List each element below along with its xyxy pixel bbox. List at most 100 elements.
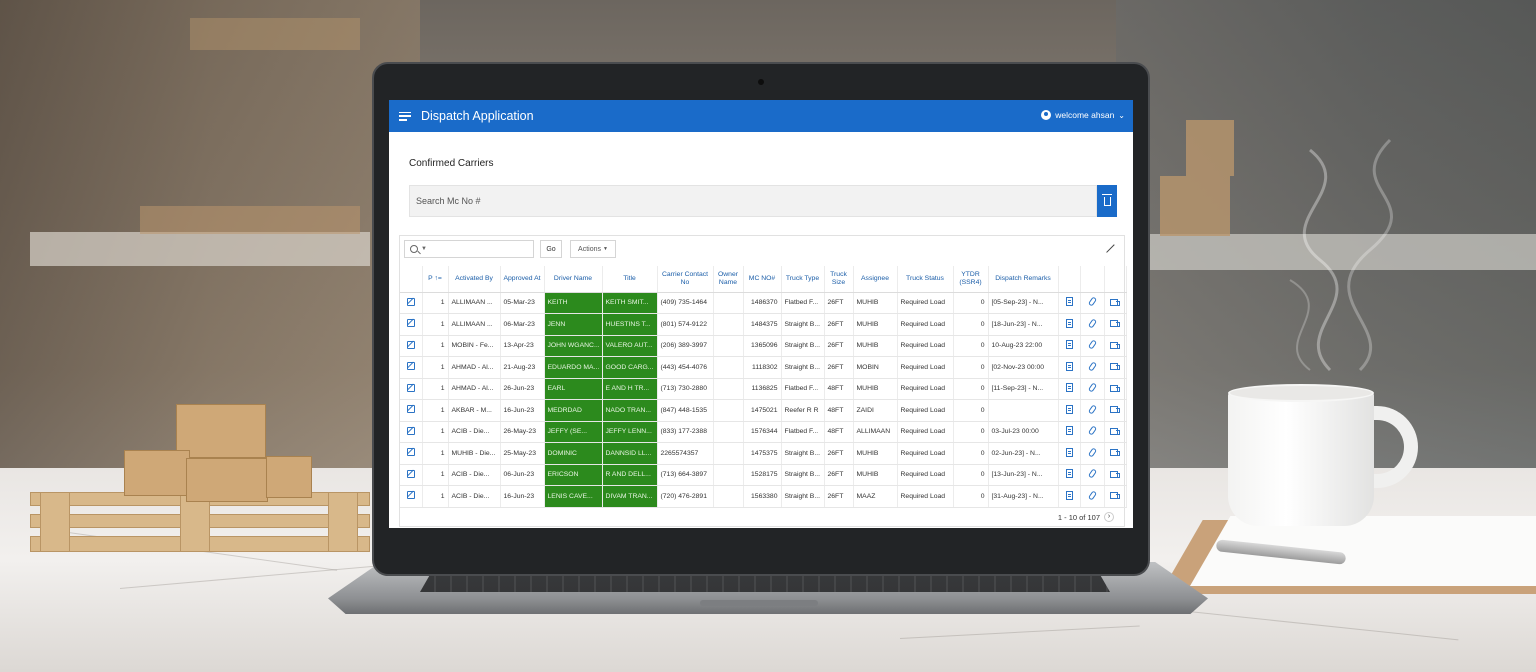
document-cell[interactable] — [1058, 399, 1081, 422]
edit-cell[interactable] — [400, 442, 423, 465]
user-menu[interactable]: welcome ahsan ⌄ — [1041, 110, 1125, 120]
document-icon[interactable] — [1065, 318, 1073, 328]
document-icon[interactable] — [1065, 447, 1073, 457]
edit-cell[interactable] — [400, 313, 423, 336]
edit-icon[interactable] — [406, 362, 415, 371]
column-header[interactable]: YTDR (SSR4) — [953, 266, 989, 293]
paperclip-cell[interactable] — [1080, 421, 1105, 443]
mc-search-input[interactable]: Search Mc No # — [409, 185, 1097, 217]
truck-icon[interactable] — [1110, 406, 1120, 414]
edit-icon[interactable] — [406, 491, 415, 500]
paperclip-cell[interactable] — [1080, 313, 1105, 336]
truck-cell[interactable] — [1104, 335, 1127, 357]
column-header[interactable]: Truck Type — [781, 266, 825, 293]
truck-cell[interactable] — [1104, 313, 1127, 336]
truck-cell[interactable] — [1104, 356, 1127, 379]
paperclip-cell[interactable] — [1080, 378, 1105, 400]
document-cell[interactable] — [1058, 356, 1081, 379]
truck-icon[interactable] — [1110, 449, 1120, 457]
paperclip-cell[interactable] — [1080, 292, 1105, 314]
truck-icon[interactable] — [1110, 298, 1120, 306]
actions-menu-button[interactable]: Actions ▼ — [570, 240, 616, 258]
truck-icon[interactable] — [1110, 492, 1120, 500]
truck-cell[interactable] — [1104, 485, 1127, 508]
paperclip-icon[interactable] — [1087, 296, 1097, 307]
document-icon[interactable] — [1065, 361, 1073, 371]
paperclip-icon[interactable] — [1087, 468, 1097, 479]
truck-icon[interactable] — [1110, 320, 1120, 328]
edit-icon[interactable] — [406, 319, 415, 328]
column-header[interactable]: Carrier Contact No — [657, 266, 714, 293]
document-icon[interactable] — [1065, 404, 1073, 414]
truck-icon[interactable] — [1110, 341, 1120, 349]
truck-icon[interactable] — [1110, 384, 1120, 392]
document-cell[interactable] — [1058, 421, 1081, 443]
column-header[interactable]: Assignee — [853, 266, 898, 293]
column-header[interactable]: Owner Name — [713, 266, 744, 293]
column-header[interactable]: MC NO# — [743, 266, 782, 293]
edit-cell[interactable] — [400, 464, 423, 486]
paperclip-icon[interactable] — [1087, 382, 1097, 393]
clear-search-button[interactable] — [1097, 185, 1117, 217]
expand-icon[interactable] — [1105, 244, 1114, 253]
report-search-input[interactable]: ▼ — [404, 240, 534, 258]
edit-cell[interactable] — [400, 356, 423, 379]
document-cell[interactable] — [1058, 292, 1081, 314]
paperclip-cell[interactable] — [1080, 464, 1105, 486]
edit-icon[interactable] — [406, 340, 415, 349]
edit-icon[interactable] — [406, 383, 415, 392]
paperclip-cell[interactable] — [1080, 335, 1105, 357]
document-icon[interactable] — [1065, 383, 1073, 393]
edit-cell[interactable] — [400, 399, 423, 422]
column-header[interactable]: Title — [602, 266, 658, 293]
truck-cell[interactable] — [1104, 464, 1127, 486]
document-icon[interactable] — [1065, 426, 1073, 436]
edit-icon[interactable] — [406, 297, 415, 306]
paperclip-cell[interactable] — [1080, 485, 1105, 508]
edit-cell[interactable] — [400, 335, 423, 357]
edit-cell[interactable] — [400, 378, 423, 400]
truck-icon[interactable] — [1110, 427, 1120, 435]
column-header[interactable]: P ↑= — [422, 266, 449, 293]
edit-icon[interactable] — [406, 426, 415, 435]
paperclip-icon[interactable] — [1087, 361, 1097, 372]
paperclip-cell[interactable] — [1080, 356, 1105, 379]
edit-icon[interactable] — [406, 448, 415, 457]
search-icon[interactable] — [410, 245, 418, 253]
column-header[interactable]: Driver Name — [544, 266, 603, 293]
document-cell[interactable] — [1058, 378, 1081, 400]
document-cell[interactable] — [1058, 464, 1081, 486]
document-cell[interactable] — [1058, 313, 1081, 336]
document-icon[interactable] — [1065, 490, 1073, 500]
column-header[interactable]: Dispatch Remarks — [988, 266, 1059, 293]
edit-icon[interactable] — [406, 469, 415, 478]
document-cell[interactable] — [1058, 485, 1081, 508]
hamburger-icon[interactable] — [399, 111, 411, 121]
column-header[interactable]: Truck Size — [824, 266, 854, 293]
truck-cell[interactable] — [1104, 421, 1127, 443]
truck-cell[interactable] — [1104, 292, 1127, 314]
document-cell[interactable] — [1058, 335, 1081, 357]
edit-icon[interactable] — [406, 405, 415, 414]
edit-cell[interactable] — [400, 485, 423, 508]
paperclip-icon[interactable] — [1087, 318, 1097, 329]
paperclip-icon[interactable] — [1087, 490, 1097, 501]
document-icon[interactable] — [1065, 297, 1073, 307]
go-button[interactable]: Go — [540, 240, 562, 258]
column-header[interactable]: Truck Status — [897, 266, 954, 293]
truck-cell[interactable] — [1104, 442, 1127, 465]
paperclip-cell[interactable] — [1080, 399, 1105, 422]
truck-cell[interactable] — [1104, 378, 1127, 400]
paperclip-icon[interactable] — [1087, 404, 1097, 415]
paperclip-cell[interactable] — [1080, 442, 1105, 465]
paperclip-icon[interactable] — [1087, 339, 1097, 350]
column-header[interactable]: Activated By — [448, 266, 501, 293]
truck-icon[interactable] — [1110, 470, 1120, 478]
paperclip-icon[interactable] — [1087, 425, 1097, 436]
paperclip-icon[interactable] — [1087, 447, 1097, 458]
app-title[interactable]: Dispatch Application — [421, 109, 534, 123]
next-page-icon[interactable]: › — [1104, 512, 1114, 522]
document-icon[interactable] — [1065, 469, 1073, 479]
truck-cell[interactable] — [1104, 399, 1127, 422]
edit-cell[interactable] — [400, 292, 423, 314]
